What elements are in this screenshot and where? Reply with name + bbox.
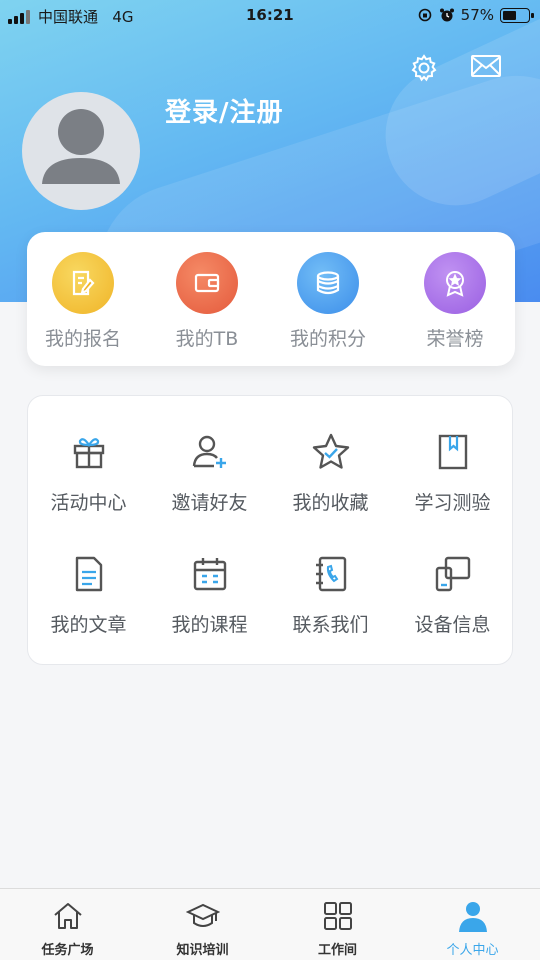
- document-icon: [75, 556, 102, 592]
- tab-knowledge-training[interactable]: 知识培训: [135, 889, 270, 960]
- grid-icon: [323, 902, 352, 930]
- graduation-cap-icon: [185, 903, 220, 927]
- quick-action-label: 荣誉榜: [426, 328, 484, 350]
- quick-action-label: 我的积分: [289, 328, 366, 350]
- grid-item-contact-us[interactable]: 联系我们: [270, 554, 391, 637]
- quick-action-tb[interactable]: 我的TB: [147, 252, 267, 351]
- battery-percent: 57%: [460, 6, 494, 24]
- add-user-icon: [192, 435, 226, 468]
- calendar-icon: [193, 558, 226, 591]
- grid-item-label: 活动中心: [50, 492, 127, 514]
- gift-icon: [73, 438, 104, 469]
- grid-item-label: 我的收藏: [292, 492, 369, 514]
- clock: 16:21: [246, 6, 294, 24]
- default-avatar-icon: [42, 109, 120, 184]
- tab-task-square[interactable]: 任务广场: [0, 889, 135, 960]
- quick-action-label: 我的TB: [175, 328, 239, 350]
- quick-action-honor[interactable]: 荣誉榜: [395, 252, 515, 351]
- grid-item-label: 我的课程: [171, 614, 248, 636]
- alarm-icon: [439, 8, 454, 22]
- quick-actions-card: 我的报名 我的TB 我的积分 荣誉榜: [27, 232, 515, 366]
- tab-label: 知识培训: [176, 943, 229, 958]
- bottom-tab-bar: 任务广场 知识培训 工作间 个人中心: [0, 888, 540, 960]
- star-icon: [312, 433, 349, 469]
- quick-action-points[interactable]: 我的积分: [268, 252, 388, 351]
- grid-item-label: 邀请好友: [171, 492, 248, 514]
- grid-item-device-info[interactable]: 设备信息: [392, 554, 513, 637]
- grid-item-activity-center[interactable]: 活动中心: [28, 432, 149, 515]
- grid-item-label: 设备信息: [414, 614, 491, 636]
- quick-action-signup[interactable]: 我的报名: [23, 252, 143, 351]
- coins-icon: [297, 252, 359, 314]
- features-card: 活动中心 邀请好友 我的收藏 学习测验 我的文章 我的课程 联系我们 设备信息: [27, 395, 513, 665]
- grid-item-label: 我的文章: [50, 614, 127, 636]
- tab-personal-center[interactable]: 个人中心: [405, 889, 540, 960]
- medal-icon: [424, 252, 486, 314]
- tab-workspace[interactable]: 工作间: [270, 889, 405, 960]
- orientation-lock-icon: [418, 8, 431, 22]
- network-type: 4G: [112, 8, 134, 26]
- signup-icon: [52, 252, 114, 314]
- book-icon: [438, 434, 467, 470]
- grid-item-favorites[interactable]: 我的收藏: [270, 432, 391, 515]
- mail-icon: [471, 55, 501, 77]
- carrier-label: 中国联通 4G: [38, 6, 134, 27]
- battery-icon: [500, 7, 534, 23]
- grid-item-label: 联系我们: [292, 614, 369, 636]
- tab-label: 个人中心: [446, 943, 499, 958]
- quick-action-label: 我的报名: [44, 328, 121, 350]
- messages-button[interactable]: [470, 52, 502, 84]
- avatar[interactable]: [22, 92, 140, 210]
- carrier-name: 中国联通: [38, 8, 99, 26]
- status-bar: 中国联通 4G 16:21 57%: [0, 0, 540, 32]
- person-icon: [458, 902, 487, 932]
- settings-button[interactable]: [408, 52, 440, 88]
- grid-item-quiz[interactable]: 学习测验: [392, 432, 513, 515]
- gear-icon: [411, 54, 437, 82]
- grid-item-articles[interactable]: 我的文章: [28, 554, 149, 637]
- grid-item-courses[interactable]: 我的课程: [149, 554, 270, 637]
- signal-icon: [8, 10, 30, 24]
- login-register-link[interactable]: 登录/注册: [165, 92, 284, 129]
- home-icon: [53, 903, 82, 929]
- tab-label: 任务广场: [41, 943, 94, 958]
- wallet-icon: [176, 252, 238, 314]
- grid-item-label: 学习测验: [414, 492, 491, 514]
- tab-label: 工作间: [317, 943, 357, 958]
- contact-book-icon: [315, 556, 346, 592]
- devices-icon: [435, 556, 470, 592]
- grid-item-invite-friends[interactable]: 邀请好友: [149, 432, 270, 515]
